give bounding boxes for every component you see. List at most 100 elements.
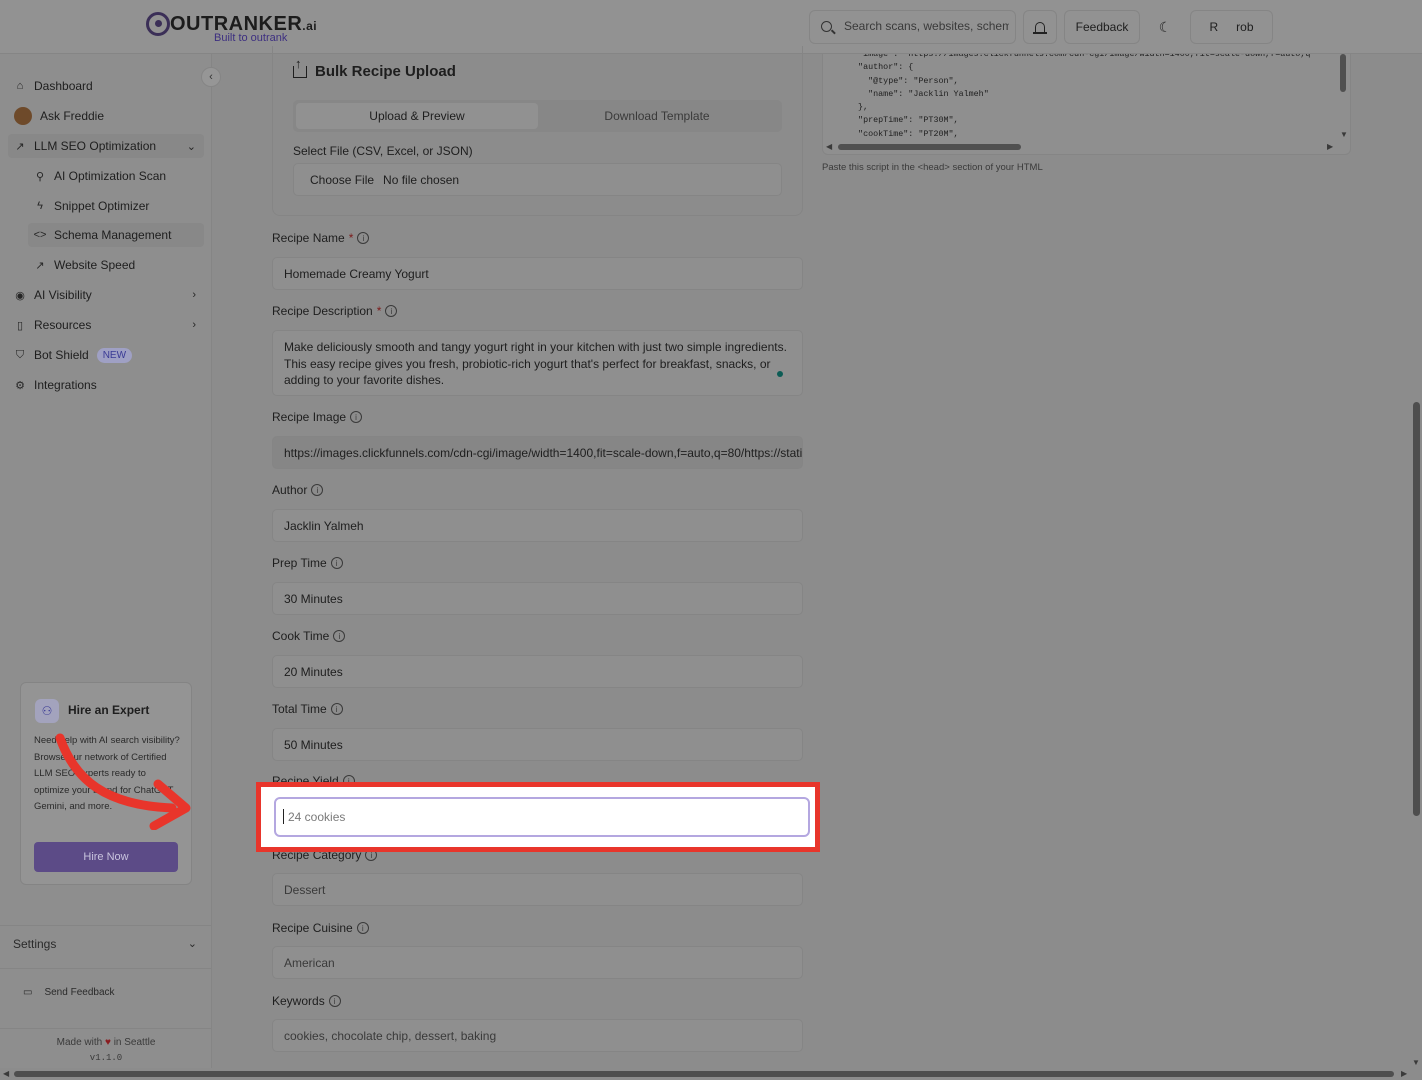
description-text: Make deliciously smooth and tangy yogurt…: [284, 340, 787, 387]
logo[interactable]: OUTRANKER.ai Built to outrank: [146, 10, 326, 46]
label-text: Total Time: [272, 702, 327, 716]
recipe-yield-input[interactable]: [274, 797, 810, 837]
chevron-left-icon: ‹: [209, 71, 213, 83]
sidebar-item-resources[interactable]: ▯ Resources ›: [8, 313, 204, 337]
keywords-label: Keywords i: [272, 994, 341, 1008]
cook-time-input[interactable]: 20 Minutes: [272, 655, 803, 688]
info-icon[interactable]: i: [311, 484, 324, 496]
choose-file-button[interactable]: Choose File: [310, 173, 374, 187]
highlight-box: [256, 782, 820, 852]
sidebar-item-integrations[interactable]: ⚙ Integrations: [8, 373, 204, 397]
required-marker: *: [348, 231, 354, 245]
bulk-tabs: Upload & Preview Download Template: [293, 100, 782, 132]
notifications-button[interactable]: [1023, 10, 1057, 44]
sidebar-item-label: Ask Freddie: [40, 109, 105, 123]
code-instruction: Paste this script in the <head> section …: [822, 162, 1043, 173]
info-icon[interactable]: i: [328, 995, 341, 1007]
logo-suffix: .ai: [302, 19, 318, 33]
sidebar-divider: [0, 925, 212, 926]
schema-code-preview[interactable]: "image": "https://images.clickfunnels.co…: [822, 54, 1351, 155]
scroll-down-icon[interactable]: ▼: [1412, 1058, 1420, 1067]
recipe-name-input[interactable]: Homemade Creamy Yogurt: [272, 257, 803, 290]
sidebar-item-ask-freddie[interactable]: Ask Freddie: [8, 104, 204, 128]
info-icon[interactable]: i: [357, 232, 370, 244]
sidebar-item-dashboard[interactable]: ⌂ Dashboard: [8, 74, 204, 98]
feedback-button[interactable]: Feedback: [1064, 10, 1140, 44]
trend-icon: ↗: [15, 140, 25, 153]
schema-code: "image": "https://images.clickfunnels.co…: [858, 54, 1311, 139]
info-icon[interactable]: i: [385, 305, 398, 317]
page-vertical-scrollbar[interactable]: [1413, 402, 1420, 816]
recipe-description-textarea[interactable]: Make deliciously smooth and tangy yogurt…: [272, 330, 803, 396]
scroll-right-icon[interactable]: ▶: [1327, 142, 1333, 151]
made-with-text: Made with ♥ in Seattle: [0, 1037, 212, 1048]
recipe-image-input[interactable]: https://images.clickfunnels.com/cdn-cgi/…: [272, 436, 803, 469]
recipe-category-input[interactable]: Dessert: [272, 873, 803, 906]
sidebar-item-label: AI Visibility: [34, 288, 92, 302]
code-horizontal-scrollbar[interactable]: [838, 144, 1021, 150]
scroll-left-icon[interactable]: ◀: [826, 142, 832, 151]
made-with-suffix: in Seattle: [113, 1037, 156, 1048]
info-icon[interactable]: i: [330, 703, 343, 715]
search-input[interactable]: [844, 19, 1009, 33]
chevron-down-icon: ⌄: [186, 140, 196, 153]
scroll-down-icon[interactable]: ▼: [1340, 130, 1348, 139]
sidebar-item-label: Schema Management: [54, 228, 172, 242]
recipe-name-label: Recipe Name * i: [272, 231, 370, 245]
prep-time-input[interactable]: 30 Minutes: [272, 582, 803, 615]
user-menu-button[interactable]: R rob: [1190, 10, 1273, 44]
sidebar-item-label: LLM SEO Optimization: [34, 139, 157, 153]
bulk-title-text: Bulk Recipe Upload: [315, 63, 456, 80]
label-text: Prep Time: [272, 556, 327, 570]
sidebar-item-snippet[interactable]: ϟ Snippet Optimizer: [28, 194, 204, 218]
hire-now-button[interactable]: Hire Now: [34, 842, 178, 872]
sidebar-item-ai-visibility[interactable]: ◉ AI Visibility ›: [8, 283, 204, 307]
author-input[interactable]: Jacklin Yalmeh: [272, 509, 803, 542]
search-icon: ⚲: [35, 170, 45, 183]
info-icon[interactable]: i: [330, 557, 343, 569]
total-time-input[interactable]: 50 Minutes: [272, 728, 803, 761]
eye-icon: ◉: [15, 289, 25, 302]
book-icon: ▯: [16, 319, 24, 332]
sidebar-item-label: AI Optimization Scan: [54, 169, 167, 183]
sidebar-item-label: Bot Shield: [34, 348, 89, 362]
info-icon[interactable]: i: [350, 411, 363, 423]
upload-icon: [293, 57, 307, 78]
sidebar-item-ai-scan[interactable]: ⚲ AI Optimization Scan: [28, 164, 204, 188]
info-icon[interactable]: i: [356, 922, 369, 934]
send-feedback-link[interactable]: ▭ Send Feedback: [23, 987, 115, 998]
label-text: Recipe Cuisine: [272, 921, 353, 935]
sidebar-divider: [0, 968, 212, 969]
global-search[interactable]: [809, 10, 1016, 44]
sidebar-item-label: Integrations: [34, 378, 97, 392]
collapse-sidebar-button[interactable]: ‹: [201, 67, 221, 87]
recipe-cuisine-input[interactable]: American: [272, 946, 803, 979]
scroll-left-icon[interactable]: ◀: [3, 1069, 9, 1078]
sidebar-item-bot-shield[interactable]: ⛉ Bot Shield NEW: [8, 343, 204, 367]
settings-toggle[interactable]: Settings ⌄: [13, 937, 199, 951]
keywords-input[interactable]: cookies, chocolate chip, dessert, baking: [272, 1019, 803, 1052]
sidebar-item-speed[interactable]: ↗ Website Speed: [28, 253, 204, 277]
sidebar-item-label: Dashboard: [34, 79, 93, 93]
shield-icon: ⛉: [15, 348, 25, 361]
tab-download-template[interactable]: Download Template: [536, 103, 778, 129]
file-input[interactable]: Choose File No file chosen: [293, 163, 782, 196]
label-text: Cook Time: [272, 629, 330, 643]
sidebar-item-label: Website Speed: [54, 258, 136, 272]
settings-label: Settings: [13, 937, 57, 951]
user-initial: R: [1209, 20, 1219, 34]
scroll-right-icon[interactable]: ▶: [1401, 1069, 1407, 1078]
code-vertical-scrollbar[interactable]: [1340, 54, 1346, 92]
home-icon: ⌂: [16, 80, 24, 92]
text-caret: [283, 809, 284, 824]
theme-toggle-button[interactable]: ☾: [1148, 10, 1182, 44]
info-icon[interactable]: i: [333, 630, 346, 642]
sidebar-item-llm-seo[interactable]: ↗ LLM SEO Optimization ⌄: [8, 134, 204, 158]
file-select-label: Select File (CSV, Excel, or JSON): [293, 144, 473, 158]
page-horizontal-scrollbar[interactable]: [14, 1071, 1394, 1077]
gear-icon: ⚙: [15, 379, 25, 392]
tab-upload-preview[interactable]: Upload & Preview: [296, 103, 538, 129]
recipe-description-label: Recipe Description * i: [272, 304, 398, 318]
sidebar-item-schema[interactable]: <> Schema Management: [28, 223, 204, 247]
code-icon: <>: [33, 229, 47, 241]
